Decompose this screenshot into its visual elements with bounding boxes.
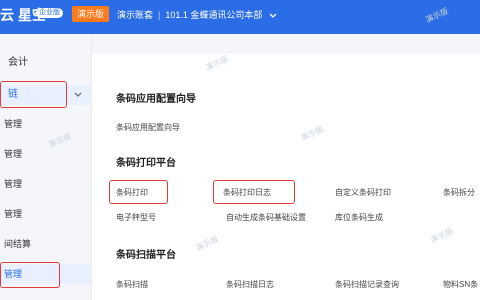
highlight-box [213, 180, 295, 204]
chevron-down-icon [269, 13, 277, 18]
highlight-box [0, 262, 60, 288]
demo-badge: 演示版 [72, 6, 110, 22]
link-barcode-scan[interactable]: 条码扫描 [116, 279, 148, 290]
highlight-box [109, 180, 168, 204]
section-title-config-wizard: 条码应用配置向导 [116, 94, 196, 105]
account-switcher[interactable]: 演示账套 | 101.1 金蝶通讯公司本部 [117, 8, 277, 21]
chevron-down-icon [74, 92, 82, 97]
org-label: 101.1 金蝶通讯公司本部 [165, 10, 263, 20]
link-barcode-split[interactable]: 条码拆分 [443, 187, 475, 198]
link-config-wizard[interactable]: 条码应用配置向导 [116, 122, 180, 133]
sidebar-item-management[interactable]: 管理 [0, 208, 90, 220]
sidebar-item-settlement[interactable]: 间结算 [0, 238, 90, 250]
content-top-strip [92, 34, 480, 54]
sidebar-item-management[interactable]: 管理 [0, 148, 90, 160]
sidebar-item-management[interactable]: 管理 [0, 118, 90, 130]
section-title-print-platform: 条码打印平台 [116, 158, 176, 169]
sidebar-item-management[interactable]: 管理 [0, 178, 90, 190]
link-location-barcode-gen[interactable]: 库位条码生成 [335, 212, 383, 223]
link-auto-barcode-settings[interactable]: 自动生成条码基础设置 [226, 212, 306, 223]
link-barcode-scan-log[interactable]: 条码扫描日志 [226, 279, 274, 290]
section-title-scan-platform: 条码扫描平台 [116, 250, 176, 261]
link-custom-barcode-print[interactable]: 自定义条码打印 [335, 187, 391, 198]
link-scan-record-query[interactable]: 条码扫描记录查询 [335, 279, 399, 290]
sidebar-item-accounting[interactable]: 会计 [0, 55, 90, 71]
account-label: 演示账套 [117, 10, 154, 20]
highlight-box [0, 81, 67, 108]
sidebar [0, 34, 92, 300]
top-bar: 云 星空 企业版 演示版 演示账套 | 101.1 金蝶通讯公司本部 [0, 0, 480, 34]
edition-badge: 企业版 [36, 8, 63, 18]
link-material-sn[interactable]: 物料SN条 [443, 279, 478, 290]
link-scale-model[interactable]: 电子秤型号 [116, 212, 156, 223]
divider: | [158, 10, 161, 20]
